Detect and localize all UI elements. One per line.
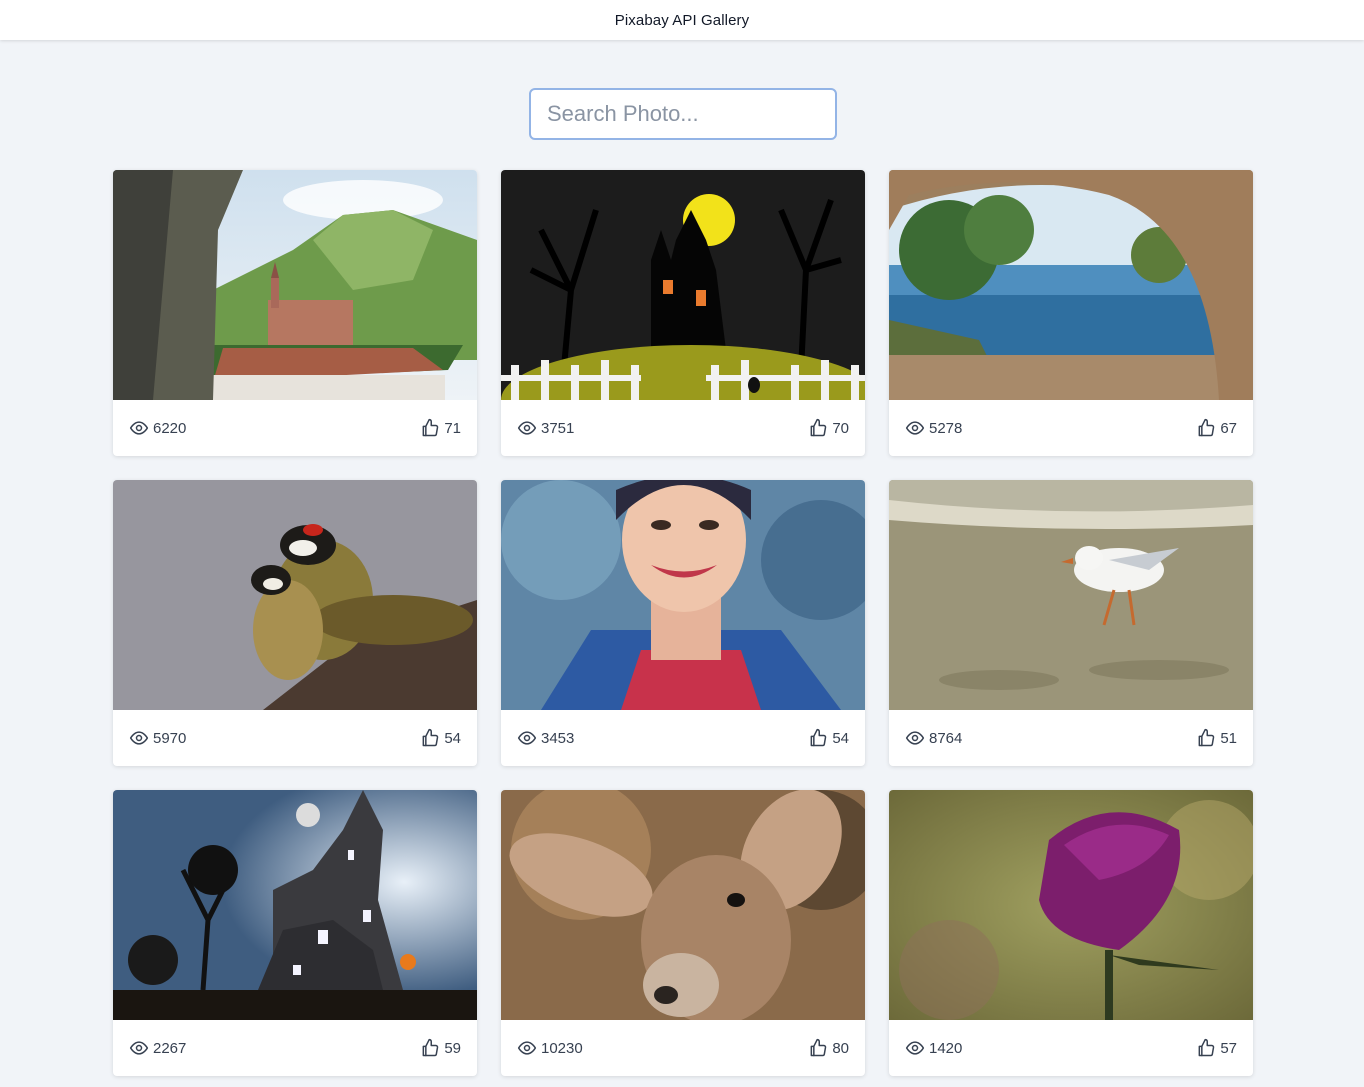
photo-stats: 5970 54	[113, 710, 477, 766]
photo-image[interactable]	[889, 480, 1253, 710]
views-stat: 5970	[129, 728, 186, 748]
photo-card[interactable]: 5970 54	[113, 480, 477, 766]
likes-stat: 67	[1196, 418, 1237, 438]
photo-image[interactable]	[889, 170, 1253, 400]
photo-card[interactable]: 3453 54	[501, 480, 865, 766]
photo-image[interactable]	[113, 790, 477, 1020]
likes-stat: 51	[1196, 728, 1237, 748]
thumbs-up-icon	[422, 728, 439, 747]
likes-count: 57	[1220, 1039, 1237, 1057]
likes-stat: 71	[420, 418, 461, 438]
likes-count: 70	[832, 419, 849, 437]
top-bar: Pixabay API Gallery	[0, 0, 1364, 40]
photo-stats: 3751 70	[501, 400, 865, 456]
views-count: 1420	[929, 1039, 963, 1057]
views-stat: 3751	[517, 418, 574, 438]
photo-card[interactable]: 1420 57	[889, 790, 1253, 1076]
photo-stats: 5278 67	[889, 400, 1253, 456]
views-stat: 6220	[129, 418, 186, 438]
views-stat: 8764	[905, 728, 962, 748]
likes-stat: 70	[808, 418, 849, 438]
photo-stats: 3453 54	[501, 710, 865, 766]
photo-stats: 10230 80	[501, 1020, 865, 1076]
thumbs-up-icon	[810, 1038, 827, 1057]
photo-card[interactable]: 10230 80	[501, 790, 865, 1076]
views-stat: 10230	[517, 1038, 583, 1058]
likes-stat: 54	[808, 728, 849, 748]
photo-card[interactable]: 5278 67	[889, 170, 1253, 456]
views-count: 5278	[929, 419, 963, 437]
likes-count: 80	[832, 1039, 849, 1057]
views-stat: 5278	[905, 418, 962, 438]
eye-icon	[129, 731, 149, 745]
search-input[interactable]	[529, 88, 837, 140]
views-count: 5970	[153, 729, 187, 747]
thumbs-up-icon	[422, 1038, 439, 1057]
views-stat: 2267	[129, 1038, 186, 1058]
views-count: 10230	[541, 1039, 583, 1057]
photo-image[interactable]	[113, 480, 477, 710]
eye-icon	[905, 1041, 925, 1055]
views-stat: 3453	[517, 728, 574, 748]
likes-count: 67	[1220, 419, 1237, 437]
views-count: 3751	[541, 419, 575, 437]
likes-count: 59	[444, 1039, 461, 1057]
thumbs-up-icon	[1198, 728, 1215, 747]
thumbs-up-icon	[422, 418, 439, 437]
likes-stat: 57	[1196, 1038, 1237, 1058]
eye-icon	[517, 421, 537, 435]
photo-stats: 8764 51	[889, 710, 1253, 766]
eye-icon	[517, 731, 537, 745]
app-title: Pixabay API Gallery	[614, 11, 750, 29]
photo-image[interactable]	[501, 170, 865, 400]
photo-stats: 6220 71	[113, 400, 477, 456]
thumbs-up-icon	[1198, 1038, 1215, 1057]
eye-icon	[905, 731, 925, 745]
likes-count: 71	[444, 419, 461, 437]
eye-icon	[129, 1041, 149, 1055]
photo-image[interactable]	[889, 790, 1253, 1020]
likes-stat: 80	[808, 1038, 849, 1058]
views-count: 2267	[153, 1039, 187, 1057]
views-count: 8764	[929, 729, 963, 747]
eye-icon	[905, 421, 925, 435]
views-stat: 1420	[905, 1038, 962, 1058]
thumbs-up-icon	[1198, 418, 1215, 437]
photo-stats: 1420 57	[889, 1020, 1253, 1076]
photo-image[interactable]	[501, 480, 865, 710]
photo-image[interactable]	[113, 170, 477, 400]
eye-icon	[129, 421, 149, 435]
photo-card[interactable]: 3751 70	[501, 170, 865, 456]
likes-count: 54	[832, 729, 849, 747]
thumbs-up-icon	[810, 418, 827, 437]
photo-card[interactable]: 6220 71	[113, 170, 477, 456]
likes-count: 51	[1220, 729, 1237, 747]
likes-stat: 59	[420, 1038, 461, 1058]
photo-card[interactable]: 8764 51	[889, 480, 1253, 766]
likes-count: 54	[444, 729, 461, 747]
photo-grid: 6220 71 3751 70 5278 67 5970 54 3453 54 …	[113, 170, 1253, 1076]
photo-stats: 2267 59	[113, 1020, 477, 1076]
views-count: 6220	[153, 419, 187, 437]
eye-icon	[517, 1041, 537, 1055]
likes-stat: 54	[420, 728, 461, 748]
photo-image[interactable]	[501, 790, 865, 1020]
thumbs-up-icon	[810, 728, 827, 747]
views-count: 3453	[541, 729, 575, 747]
photo-card[interactable]: 2267 59	[113, 790, 477, 1076]
search-container	[529, 88, 837, 140]
